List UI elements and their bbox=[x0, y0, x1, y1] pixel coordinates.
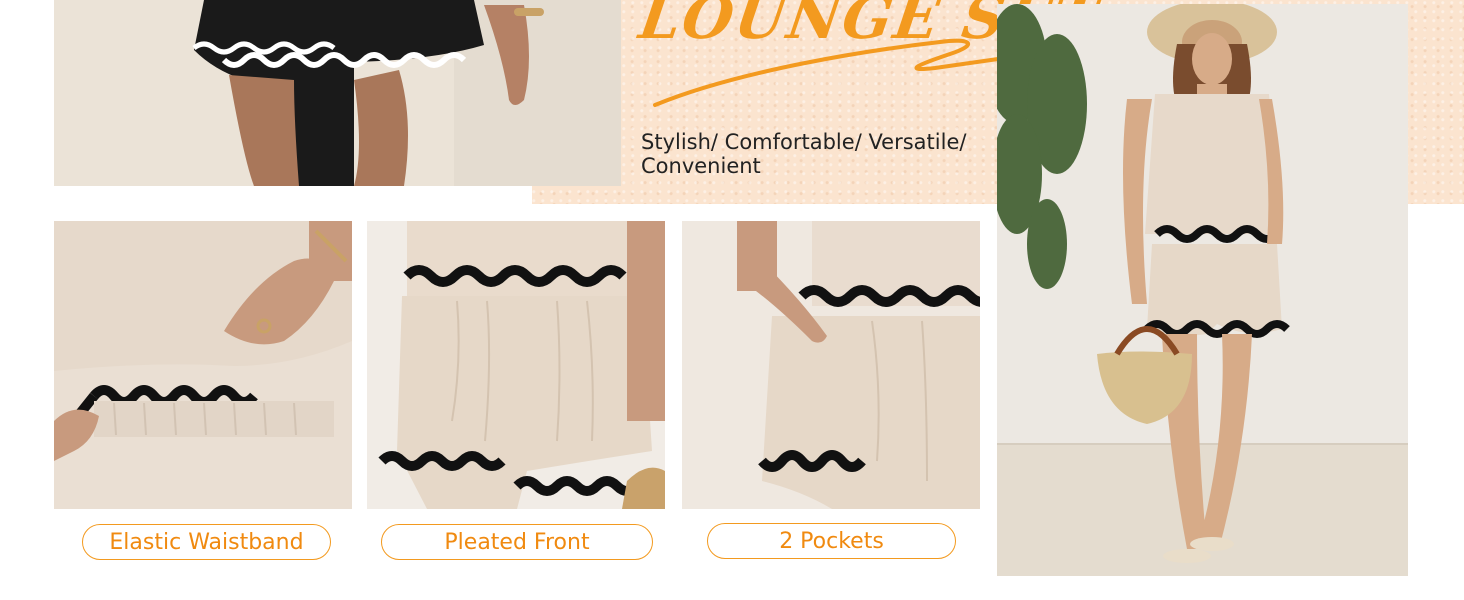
feature-label-pockets: 2 Pockets bbox=[707, 523, 956, 559]
photo-full-outfit bbox=[997, 4, 1408, 576]
photo-black-shorts bbox=[54, 0, 621, 186]
feature-label-elastic-waistband: Elastic Waistband bbox=[82, 524, 331, 560]
photo-pleated-front bbox=[367, 221, 665, 509]
photo-elastic-waistband bbox=[54, 221, 352, 509]
feature-label-pleated-front: Pleated Front bbox=[381, 524, 653, 560]
tagline: Stylish/ Comfortable/ Versatile/ Conveni… bbox=[641, 130, 967, 178]
swoosh-underline bbox=[653, 38, 1007, 107]
photo-pockets bbox=[682, 221, 980, 509]
